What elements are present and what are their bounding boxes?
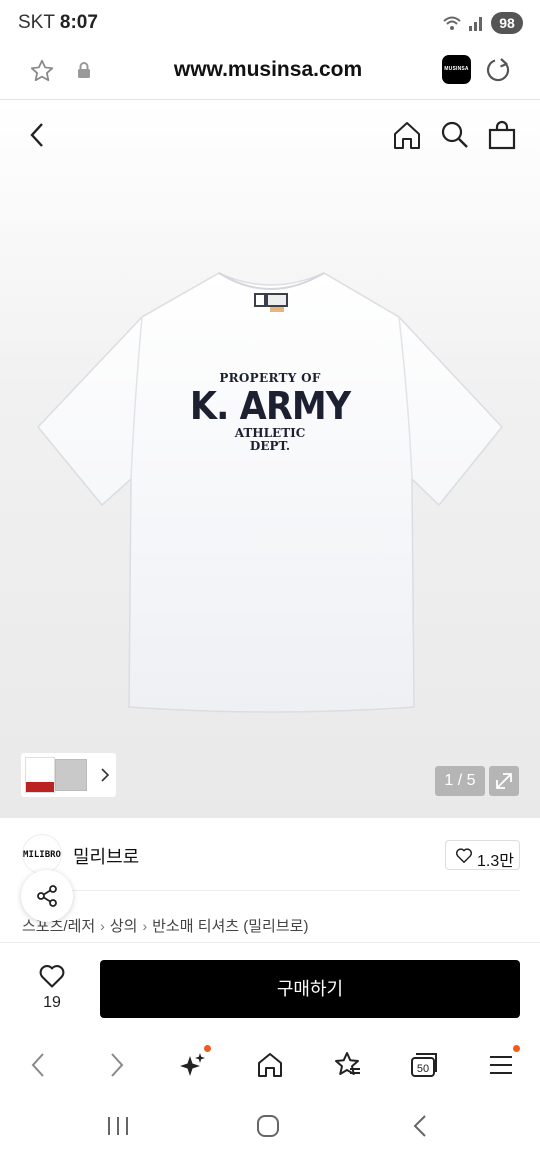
status-bar: SKT 8:07 98 xyxy=(0,0,540,46)
share-button[interactable] xyxy=(21,870,73,922)
reload-icon[interactable] xyxy=(484,56,512,84)
brand-like-count: 1.3만 xyxy=(477,853,514,870)
carrier-time: SKT 8:07 xyxy=(18,12,98,34)
browser-forward-icon[interactable] xyxy=(99,1048,133,1082)
purchase-bar: 19 구매하기 xyxy=(0,942,540,1034)
home-icon[interactable] xyxy=(392,120,422,150)
image-page-counter: 1 / 5 xyxy=(435,766,485,796)
thumbnail-image[interactable] xyxy=(25,757,55,793)
browser-url-bar: www.musinsa.com MUSINSA xyxy=(0,46,540,100)
print-top-text: PROPERTY OF xyxy=(219,371,321,385)
brand-name[interactable]: 밀리브로 xyxy=(73,843,139,869)
browser-home-icon[interactable] xyxy=(253,1048,287,1082)
heart-icon xyxy=(455,848,473,863)
print-sub-text-2: DEPT. xyxy=(249,439,291,453)
lock-icon xyxy=(76,61,92,79)
wifi-signal-icon xyxy=(442,13,486,33)
share-icon xyxy=(37,885,57,907)
system-back-icon[interactable] xyxy=(408,1113,434,1139)
bookmark-star-icon[interactable] xyxy=(330,1048,364,1082)
home-button-icon[interactable] xyxy=(255,1113,281,1139)
sparkle-icon[interactable] xyxy=(176,1045,211,1082)
url-text[interactable]: www.musinsa.com xyxy=(120,58,416,82)
browser-back-icon[interactable] xyxy=(22,1048,56,1082)
tabs-count: 50 xyxy=(417,1063,429,1075)
tshirt-image xyxy=(34,267,506,717)
recent-apps-icon[interactable] xyxy=(104,1114,132,1138)
battery-badge: 98 xyxy=(491,12,523,34)
back-arrow-icon[interactable] xyxy=(26,121,50,149)
heart-icon[interactable] xyxy=(38,963,66,989)
chevron-right-icon: › xyxy=(142,918,148,934)
expand-icon[interactable] xyxy=(489,766,519,796)
system-nav-bar xyxy=(0,1096,540,1158)
search-icon[interactable] xyxy=(440,120,470,150)
musinsa-app-icon[interactable]: MUSINSA xyxy=(442,55,471,84)
product-image-gallery[interactable]: PROPERTY OF K. ARMY ATHLETIC DEPT. 1 / 5 xyxy=(0,101,540,818)
buy-button[interactable]: 구매하기 xyxy=(100,960,520,1018)
chevron-right-icon: › xyxy=(100,918,105,934)
breadcrumb-item[interactable]: 상의 xyxy=(110,918,138,935)
breadcrumb-item[interactable]: 반소매 티셔츠 (밀리브로) xyxy=(152,918,308,935)
browser-nav-bar: 50 xyxy=(0,1034,540,1096)
breadcrumb: 스포츠/레저 › 상의 › 반소매 티셔츠 (밀리브로) xyxy=(22,915,308,936)
star-icon[interactable] xyxy=(29,58,55,84)
carrier-label: SKT xyxy=(18,12,55,33)
shopping-bag-icon[interactable] xyxy=(487,120,517,150)
wish-count: 19 xyxy=(43,994,61,1011)
thumbnail-strip[interactable] xyxy=(21,753,116,797)
brand-logo[interactable]: MILIBRO xyxy=(22,834,62,874)
brand-like-button[interactable]: 1.3만 xyxy=(445,840,520,870)
notification-dot xyxy=(513,1045,520,1052)
divider xyxy=(22,890,520,891)
breadcrumb-item[interactable]: 스포츠/레저 xyxy=(22,918,95,935)
print-main-text: K. ARMY xyxy=(189,384,351,428)
thumbnail-image-2[interactable] xyxy=(55,759,87,791)
chevron-right-icon[interactable] xyxy=(99,767,111,783)
tabs-icon[interactable]: 50 xyxy=(407,1048,441,1082)
notification-dot xyxy=(204,1045,211,1052)
clock: 8:07 xyxy=(59,12,98,33)
menu-icon[interactable] xyxy=(484,1045,520,1082)
tshirt-print-graphic: PROPERTY OF K. ARMY ATHLETIC DEPT. xyxy=(180,371,360,453)
